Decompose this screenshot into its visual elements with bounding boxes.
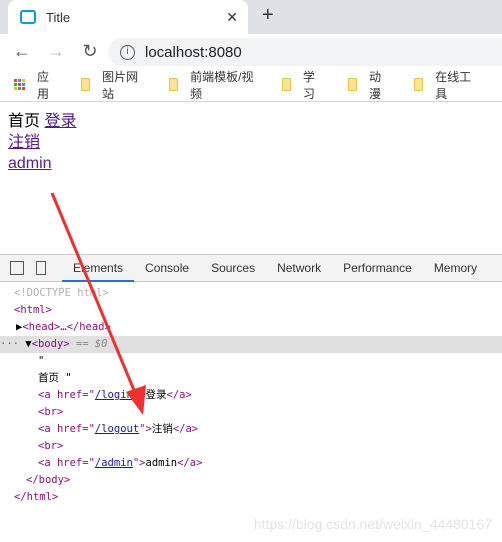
dom-node[interactable]: </html> — [0, 489, 502, 506]
dom-node[interactable]: <a href="/login">登录</a> — [0, 387, 502, 404]
bookmark-folder[interactable]: 前端模板/视频 — [168, 68, 258, 102]
bookmark-folder[interactable]: 动漫 — [347, 68, 390, 102]
info-icon[interactable]: i — [120, 44, 135, 60]
tab-network[interactable]: Network — [266, 255, 332, 282]
browser-tab[interactable]: Title ✕ — [8, 0, 248, 34]
dom-node[interactable]: <a href="/logout">注销</a> — [0, 421, 502, 438]
bookmarks-bar: 应用 图片网站 前端模板/视频 学习 动漫 在线工具 — [0, 68, 502, 102]
tab-title: Title — [46, 9, 71, 25]
apps-icon — [14, 79, 25, 90]
admin-link[interactable]: admin — [8, 155, 52, 172]
tab-strip: Title ✕ + — [0, 0, 502, 34]
dom-node[interactable]: </body> — [0, 472, 502, 489]
close-icon[interactable]: ✕ — [226, 9, 238, 26]
folder-icon — [168, 78, 179, 91]
dom-node[interactable]: <a href="/admin">admin</a> — [0, 455, 502, 472]
url-text: localhost:8080 — [145, 43, 242, 61]
dom-node[interactable]: <br> — [0, 438, 502, 455]
bookmark-folder[interactable]: 学习 — [281, 68, 324, 102]
folder-icon — [414, 78, 424, 91]
login-link[interactable]: 登录 — [44, 113, 76, 130]
dom-node[interactable]: <br> — [0, 404, 502, 421]
bookmark-folder[interactable]: 在线工具 — [414, 68, 478, 102]
home-text: 首页 — [8, 113, 41, 130]
device-toolbar-icon[interactable] — [36, 261, 46, 275]
bookmark-label: 应用 — [37, 69, 50, 101]
address-bar[interactable]: i localhost:8080 — [108, 38, 502, 66]
tab-memory[interactable]: Memory — [423, 255, 488, 282]
tab-performance[interactable]: Performance — [332, 255, 423, 282]
inspect-element-icon[interactable] — [10, 261, 24, 275]
text-node[interactable]: " — [0, 353, 502, 370]
dom-tree: <!DOCTYPE html> <html> ▶<head>…</head> ·… — [0, 282, 502, 506]
page-content: 首页 登录 注销 admin — [0, 102, 502, 183]
folder-icon — [281, 78, 291, 91]
bookmark-label: 学习 — [302, 69, 315, 101]
forward-icon[interactable]: → — [46, 41, 66, 62]
new-tab-icon[interactable]: + — [262, 4, 274, 27]
bookmark-label: 图片网站 — [102, 69, 139, 101]
dom-node[interactable]: <!DOCTYPE html> — [0, 285, 502, 302]
reload-icon[interactable]: ↻ — [80, 41, 100, 62]
favicon-icon — [20, 10, 36, 24]
folder-icon — [347, 78, 357, 91]
tab-elements[interactable]: Elements — [62, 255, 135, 282]
more-icon[interactable]: ··· — [0, 338, 25, 350]
bookmark-folder[interactable]: 图片网站 — [80, 68, 145, 102]
dom-node[interactable]: <html> — [0, 302, 502, 319]
folder-icon — [80, 78, 91, 91]
dom-node-selected[interactable]: ··· ▼<body> == $0 — [0, 336, 502, 353]
devtools-toolbar: Elements Console Sources Network Perform… — [0, 255, 502, 282]
text-node[interactable]: 首页 " — [0, 370, 502, 387]
back-icon[interactable]: ← — [12, 41, 32, 62]
dom-node[interactable]: ▶<head>…</head> — [0, 319, 502, 336]
bookmark-label: 前端模板/视频 — [190, 69, 254, 101]
logout-link[interactable]: 注销 — [8, 134, 40, 151]
tab-sources[interactable]: Sources — [200, 255, 266, 282]
bookmark-apps[interactable]: 应用 — [14, 68, 57, 102]
tab-console[interactable]: Console — [134, 255, 200, 282]
watermark: https://blog.csdn.net/weixin_44480167 — [253, 516, 492, 532]
devtools-panel: Elements Console Sources Network Perform… — [0, 254, 502, 542]
bookmark-label: 动漫 — [368, 69, 381, 101]
bookmark-label: 在线工具 — [435, 69, 472, 101]
